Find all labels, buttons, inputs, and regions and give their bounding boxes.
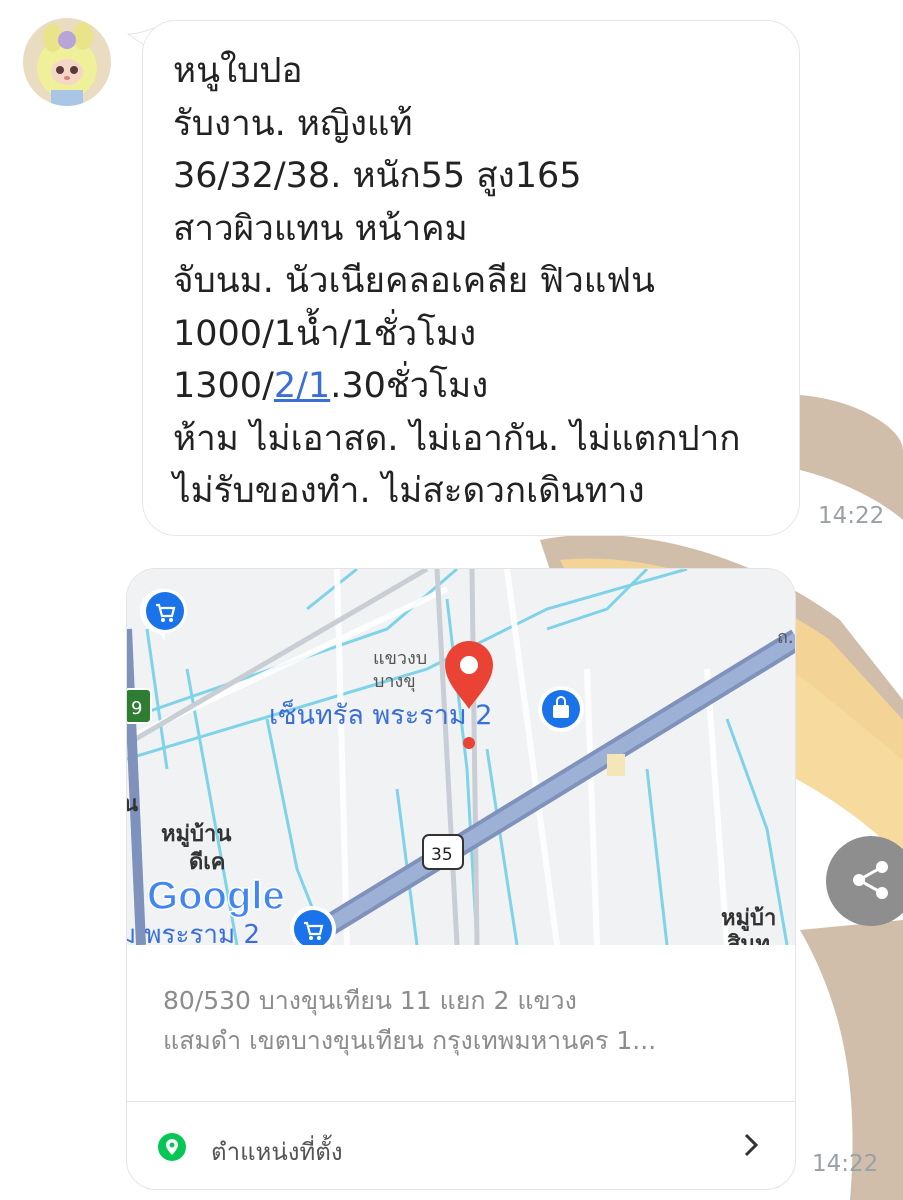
map-label-road-top-right: ถ. xyxy=(777,627,794,648)
map-label-left-edge: น xyxy=(127,792,138,817)
shopping-bag-icon[interactable] xyxy=(538,686,584,732)
plush-doll-icon xyxy=(23,18,111,106)
message-line-5: จับนม. นัวเนียคลอเคลีย ฟิวแฟน xyxy=(173,261,655,301)
message-line-7-prefix: 1300/ xyxy=(173,366,274,406)
map-label-mall: เซ็นทรัล พระราม 2 xyxy=(269,697,492,731)
location-footer-row[interactable]: ตำแหน่งที่ตั้ง xyxy=(127,1102,795,1189)
address: 80/530 บางขุนเทียน 11 แยก 2 แขวง แสมดำ เ… xyxy=(163,981,763,1061)
map-label-village-right-1: หมู่บ้า xyxy=(721,906,776,932)
chevron-right-icon[interactable] xyxy=(743,1132,759,1158)
location-timestamp: 14:22 xyxy=(812,1151,879,1177)
message-link[interactable]: 2/1 xyxy=(274,366,330,406)
route-9-shield: 9 xyxy=(127,688,152,724)
message-line-6: 1000/1น้ำ/1ชั่วโมง xyxy=(173,313,477,354)
svg-text:35: 35 xyxy=(431,845,453,865)
message-line-8: ห้าม ไม่เอาสด. ไม่เอากัน. ไม่แตกปาก xyxy=(173,418,741,459)
map-label-bottom-road: ม พระราม 2 xyxy=(127,920,260,945)
message-line-7-suffix: .30ชั่วโมง xyxy=(330,366,489,406)
location-label: ตำแหน่งที่ตั้ง xyxy=(211,1138,343,1166)
message-timestamp: 14:22 xyxy=(818,503,885,529)
svg-text:9: 9 xyxy=(131,698,142,719)
address-line-2: แสมดำ เขตบางขุนเทียน กรุงเทพมหานคร 1... xyxy=(163,1026,657,1055)
share-icon xyxy=(853,861,888,899)
route-35-shield: 35 xyxy=(422,834,464,870)
message-line-9: ไม่รับของทำ. ไม่สะดวกเดินทาง xyxy=(173,471,645,511)
map-label-village-left-2: ดีเค xyxy=(189,850,226,875)
message-line-7: 1300/2/1.30ชั่วโมง xyxy=(173,360,799,413)
google-logo: Google xyxy=(147,874,285,918)
map-label-district-1: แขวงบ xyxy=(373,648,427,669)
message-line-2: รับงาน. หญิงแท้ xyxy=(173,103,413,144)
map-preview[interactable]: แขวงบ บางขุ เซ็นทรัล พระราม 2 หมู่บ้าน ด… xyxy=(127,569,795,945)
message-bubble[interactable]: หนูใบปอ รับงาน. หญิงแท้ 36/32/38. หนัก55… xyxy=(142,20,800,536)
location-card[interactable]: แขวงบ บางขุ เซ็นทรัล พระราม 2 หมู่บ้าน ด… xyxy=(126,568,796,1190)
message-line-1: หนูใบปอ xyxy=(173,51,303,91)
address-line-1: 80/530 บางขุนเทียน 11 แยก 2 แขวง xyxy=(163,986,577,1015)
message-line-3: 36/32/38. หนัก55 สูง165 xyxy=(173,156,582,196)
map-label-village-right-2: สินท xyxy=(727,932,770,945)
sender-avatar[interactable] xyxy=(23,18,111,106)
map-label-village-left-1: หมู่บ้าน xyxy=(161,822,231,848)
map-label-district-2: บางขุ xyxy=(373,671,416,692)
location-pin-green-icon xyxy=(158,1133,186,1161)
message-line-4: สาวผิวแทน หน้าคม xyxy=(173,208,468,249)
